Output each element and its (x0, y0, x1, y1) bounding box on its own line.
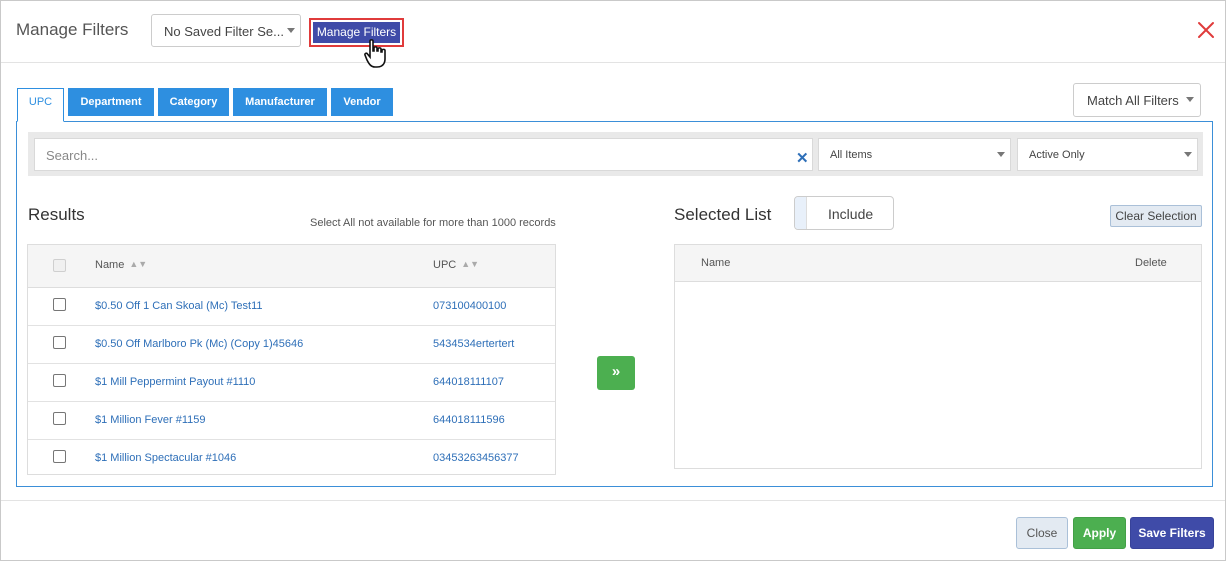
selected-name-column-header: Name (701, 257, 731, 269)
selected-table-header: Name Delete (675, 245, 1201, 282)
table-row: $1 Million Fever #1159 644018111596 (28, 402, 555, 440)
footer-divider (1, 500, 1225, 501)
include-toggle[interactable]: Include (794, 196, 894, 230)
tab-manufacturer[interactable]: Manufacturer (233, 88, 327, 116)
search-bar: Search... ✕ All Items Active Only (28, 132, 1203, 176)
row-checkbox[interactable] (53, 374, 66, 387)
delete-column-header: Delete (1135, 257, 1167, 269)
item-upc-link[interactable]: 644018111107 (433, 376, 504, 388)
results-table-header: Name ▲▼ UPC ▲▼ (28, 245, 555, 288)
match-filters-select[interactable]: Match All Filters (1073, 83, 1201, 117)
item-name-link[interactable]: $1 Million Fever #1159 (95, 414, 205, 426)
item-upc-link[interactable]: 03453263456377 (433, 452, 519, 464)
item-upc-link[interactable]: 5434534ertertert (433, 338, 514, 350)
row-checkbox[interactable] (53, 450, 66, 463)
name-column-label: Name (95, 259, 125, 271)
hand-pointer-cursor-icon (364, 39, 386, 68)
include-toggle-label: Include (828, 206, 874, 222)
table-row: $1 Million Spectacular #1046 03453263456… (28, 440, 555, 478)
selected-list-table: Name Delete (674, 244, 1202, 469)
row-checkbox[interactable] (53, 412, 66, 425)
tab-category[interactable]: Category (158, 88, 229, 116)
chevron-down-icon (1186, 97, 1194, 102)
toggle-knob (795, 197, 807, 229)
items-select-value: All Items (830, 149, 873, 161)
item-upc-link[interactable]: 644018111596 (433, 414, 505, 426)
chevron-down-icon (1184, 152, 1192, 157)
double-chevron-right-icon: » (611, 363, 621, 380)
table-row: $0.50 Off 1 Can Skoal (Mc) Test11 073100… (28, 288, 555, 326)
select-all-note: Select All not available for more than 1… (310, 217, 556, 229)
tab-vendor[interactable]: Vendor (331, 88, 393, 116)
match-filters-value: Match All Filters (1087, 93, 1179, 108)
close-button[interactable]: Close (1016, 517, 1068, 549)
tab-department[interactable]: Department (68, 88, 154, 116)
apply-button[interactable]: Apply (1073, 517, 1126, 549)
table-row: $0.50 Off Marlboro Pk (Mc) (Copy 1)45646… (28, 326, 555, 364)
sort-icon: ▲▼ (129, 259, 148, 269)
clear-search-icon[interactable]: ✕ (796, 149, 809, 167)
results-title: Results (28, 205, 85, 224)
chevron-down-icon (997, 152, 1005, 157)
name-column-header[interactable]: Name ▲▼ (95, 259, 147, 271)
saved-filter-select[interactable]: No Saved Filter Se... (151, 14, 301, 47)
row-checkbox[interactable] (53, 298, 66, 311)
manage-filters-dialog: Manage Filters No Saved Filter Se... Man… (0, 0, 1226, 561)
item-name-link[interactable]: $1 Mill Peppermint Payout #1110 (95, 376, 255, 388)
results-table: Name ▲▼ UPC ▲▼ $0.50 Off 1 Can Skoal (Mc) … (27, 244, 556, 475)
filter-panel: Search... ✕ All Items Active Only Result… (16, 121, 1213, 487)
row-checkbox[interactable] (53, 336, 66, 349)
close-icon[interactable] (1197, 21, 1215, 39)
upc-column-header[interactable]: UPC ▲▼ (433, 259, 479, 271)
status-select[interactable]: Active Only (1017, 138, 1198, 171)
select-all-checkbox (53, 259, 66, 272)
clear-selection-button[interactable]: Clear Selection (1110, 205, 1202, 227)
chevron-down-icon (287, 28, 295, 33)
move-to-selected-button[interactable]: » (597, 356, 635, 390)
items-select[interactable]: All Items (818, 138, 1011, 171)
upc-column-label: UPC (433, 259, 457, 271)
sort-icon: ▲▼ (461, 259, 480, 269)
dialog-header: Manage Filters No Saved Filter Se... Man… (1, 1, 1225, 68)
status-select-value: Active Only (1029, 149, 1085, 161)
saved-filter-value: No Saved Filter Se... (164, 24, 284, 39)
item-upc-link[interactable]: 073100400100 (433, 300, 506, 312)
item-name-link[interactable]: $0.50 Off Marlboro Pk (Mc) (Copy 1)45646 (95, 338, 303, 350)
search-input[interactable]: Search... ✕ (34, 138, 813, 171)
search-placeholder: Search... (46, 148, 99, 163)
tab-upc[interactable]: UPC (17, 88, 64, 122)
dialog-title: Manage Filters (16, 20, 129, 39)
save-filters-button[interactable]: Save Filters (1130, 517, 1214, 549)
table-row: $1 Mill Peppermint Payout #1110 64401811… (28, 364, 555, 402)
item-name-link[interactable]: $0.50 Off 1 Can Skoal (Mc) Test11 (95, 300, 263, 312)
item-name-link[interactable]: $1 Million Spectacular #1046 (95, 452, 236, 464)
selected-list-title: Selected List (674, 205, 772, 224)
